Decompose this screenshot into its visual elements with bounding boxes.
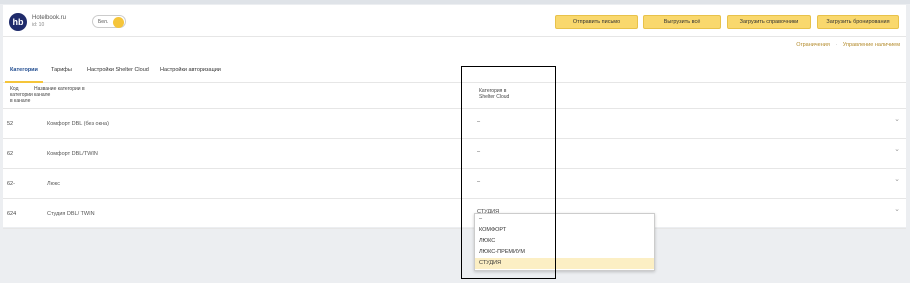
link-separator: ·	[835, 42, 838, 48]
dropdown-option[interactable]: ЛЮКС	[475, 236, 654, 247]
tab-shelter-settings[interactable]: Настройки Shelter Cloud	[87, 67, 149, 73]
main-panel: hb Hotelbook.ru id: 10 Бел. Отправить пи…	[3, 5, 906, 229]
table-row: 52 Комфорт DBL (без окна) – ⌄	[3, 109, 906, 139]
dropdown-option-selected[interactable]: СТУДИЯ	[475, 258, 654, 269]
dropdown-option[interactable]: ЛЮКС-ПРЕМИУМ	[475, 247, 654, 258]
send-email-button[interactable]: Отправить письмо	[555, 15, 638, 29]
chevron-down-icon[interactable]: ⌄	[894, 115, 900, 123]
top-strip	[0, 0, 910, 4]
table-row: 62 Комфорт DBL/TWIN – ⌄	[3, 139, 906, 169]
hotel-name: Hotelbook.ru	[32, 15, 67, 21]
tab-rates[interactable]: Тарифы	[51, 67, 72, 73]
row-code: 62-	[7, 181, 15, 187]
availability-link[interactable]: Управление наличием	[843, 42, 900, 48]
load-bookings-button[interactable]: Загрузить бронирования	[817, 15, 899, 29]
header-shelter-category: Категория в Shelter Cloud	[479, 88, 510, 100]
header: hb Hotelbook.ru id: 10 Бел. Отправить пи…	[3, 5, 906, 37]
language-toggle[interactable]: Бел.	[92, 15, 126, 28]
shelter-category-select[interactable]: –	[477, 149, 480, 155]
dropdown-option[interactable]: КОМФОРТ	[475, 225, 654, 236]
row-code: 624	[7, 211, 17, 217]
chevron-down-icon[interactable]: ⌄	[894, 145, 900, 153]
chevron-down-icon[interactable]: ⌄	[894, 175, 900, 183]
header-name: Название категории в канале	[34, 86, 85, 98]
hotelbook-logo[interactable]: hb	[9, 13, 27, 31]
toggle-knob	[113, 17, 124, 28]
shelter-category-select[interactable]: –	[477, 179, 480, 185]
load-directories-button[interactable]: Загрузить справочники	[727, 15, 811, 29]
header-code: Код категории в канале	[10, 86, 33, 104]
table-header: Код категории в канале Название категори…	[3, 83, 906, 109]
tab-auth-settings[interactable]: Настройки авторизации	[160, 67, 221, 73]
hotel-id: id: 10	[32, 22, 45, 28]
sub-links: Ограничения · Управление наличием	[792, 42, 900, 48]
tab-categories[interactable]: Категории	[10, 67, 38, 73]
restrictions-link[interactable]: Ограничения	[796, 42, 830, 48]
row-name: Люкс	[47, 181, 60, 187]
tab-bar: Категории Тарифы Настройки Shelter Cloud…	[3, 63, 906, 83]
chevron-down-icon[interactable]: ⌄	[894, 205, 900, 213]
export-all-button[interactable]: Выгрузить всё	[643, 15, 721, 29]
table-row: 62- Люкс – ⌄	[3, 169, 906, 199]
dropdown-option[interactable]: –	[475, 214, 654, 225]
row-code: 62	[7, 151, 14, 157]
row-code: 52	[7, 121, 14, 127]
language-label: Бел.	[98, 19, 109, 25]
shelter-category-select[interactable]: –	[477, 119, 480, 125]
category-dropdown[interactable]: – КОМФОРТ ЛЮКС ЛЮКС-ПРЕМИУМ СТУДИЯ	[474, 213, 655, 271]
table-row: 624 Студия DBL/ TWIN СТУДИЯ ⌄	[3, 199, 906, 229]
row-name: Студия DBL/ TWIN	[47, 211, 95, 217]
row-name: Комфорт DBL (без окна)	[47, 121, 109, 127]
row-name: Комфорт DBL/TWIN	[47, 151, 98, 157]
